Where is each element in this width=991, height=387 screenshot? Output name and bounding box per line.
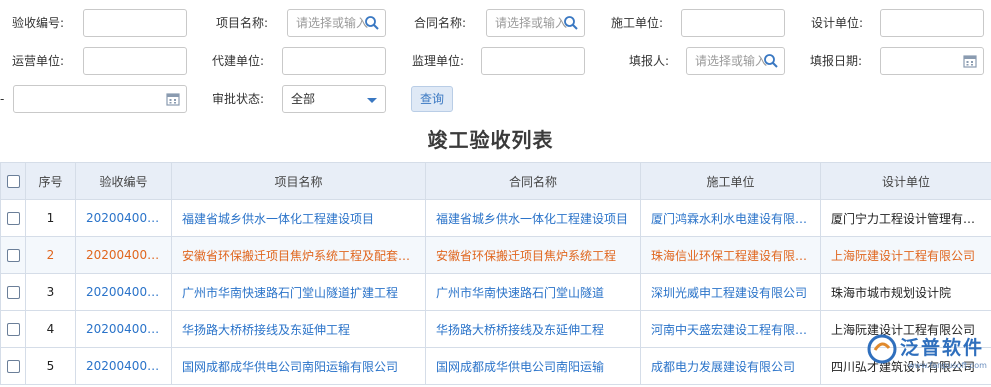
agent-build-unit-input[interactable]: [282, 47, 386, 75]
seq-cell: 2: [25, 236, 76, 274]
brand-name: 泛普软件: [900, 337, 985, 359]
seq-cell: 5: [25, 347, 76, 385]
brand-watermark: 泛普软件 www.fanpusoft.com: [838, 323, 991, 387]
design-unit-input[interactable]: [880, 9, 984, 37]
contract-name-label: 合同名称:: [414, 16, 467, 30]
agent-build-unit-label: 代建单位:: [212, 54, 265, 68]
column-header[interactable]: 合同名称: [425, 162, 641, 200]
search-icon[interactable]: [563, 15, 579, 31]
caret-down-icon: [367, 98, 377, 103]
operation-unit-input[interactable]: [83, 47, 187, 75]
approval-status-value: 全部: [291, 92, 316, 106]
reporter-placeholder: 请选择或输入: [695, 54, 768, 68]
contract-name-link[interactable]: 国网成都成华供电公司南阳运输: [425, 347, 641, 385]
contract-name-link[interactable]: 广州市华南快速路石门堂山隧道: [425, 273, 641, 311]
acceptance-no-link[interactable]: 2020040006: [75, 199, 172, 237]
contract-name-link[interactable]: 安徽省环保搬迁项目焦炉系统工程: [425, 236, 641, 274]
row-select-cell[interactable]: [0, 273, 26, 311]
supervision-unit-label: 监理单位:: [412, 54, 465, 68]
supervision-unit-input[interactable]: [481, 47, 585, 75]
construction-unit-link[interactable]: 成都电力发展建设有限公司: [640, 347, 821, 385]
row-checkbox[interactable]: [6, 360, 20, 373]
project-name-link[interactable]: 广州市华南快速路石门堂山隧道扩建工程: [171, 273, 426, 311]
row-select-cell[interactable]: [0, 236, 26, 274]
table-header-row: 序号 验收编号 项目名称 合同名称 施工单位 设计单位: [0, 162, 991, 200]
acceptance-no-input[interactable]: [83, 9, 187, 37]
calendar-icon[interactable]: [165, 91, 181, 107]
contract-name-link[interactable]: 福建省城乡供水一体化工程建设项目: [425, 199, 641, 237]
seq-cell: 4: [25, 310, 76, 348]
acceptance-no-link[interactable]: 2020040007: [75, 236, 172, 274]
column-header[interactable]: 验收编号: [75, 162, 172, 200]
row-checkbox[interactable]: [6, 212, 20, 225]
row-select-cell[interactable]: [0, 310, 26, 348]
approval-status-select[interactable]: 全部: [282, 85, 386, 113]
seq-cell: 1: [25, 199, 76, 237]
construction-unit-link[interactable]: 厦门鸿霖水利水电建设有限公司: [640, 199, 821, 237]
acceptance-no-link[interactable]: 2020040008: [75, 273, 172, 311]
construction-unit-label: 施工单位:: [611, 16, 664, 30]
row-select-cell[interactable]: [0, 347, 26, 385]
row-checkbox[interactable]: [6, 286, 20, 299]
row-checkbox[interactable]: [6, 249, 20, 262]
brand-site: www.fanpusoft.com: [908, 361, 987, 370]
design-unit-cell: 厦门宁力工程设计管理有限公司: [820, 199, 991, 237]
reporter-label: 填报人:: [629, 54, 670, 68]
construction-unit-link[interactable]: 深圳光威申工程建设有限公司: [640, 273, 821, 311]
project-name-link[interactable]: 国网成都成华供电公司南阳运输有限公司: [171, 347, 426, 385]
acceptance-no-link[interactable]: 2020040010: [75, 347, 172, 385]
report-date-end-input[interactable]: [13, 85, 187, 113]
calendar-icon[interactable]: [962, 53, 978, 69]
contract-name-input[interactable]: 请选择或输入: [486, 9, 585, 37]
project-name-link[interactable]: 福建省城乡供水一体化工程建设项目: [171, 199, 426, 237]
project-name-label: 项目名称:: [216, 16, 269, 30]
project-name-placeholder: 请选择或输入: [296, 16, 369, 30]
table-row-highlighted[interactable]: 2 2020040007 安徽省环保搬迁项目焦炉系统工程及配套工程 安徽省环保搬…: [0, 236, 991, 274]
table-row[interactable]: 3 2020040008 广州市华南快速路石门堂山隧道扩建工程 广州市华南快速路…: [0, 273, 991, 311]
construction-unit-link[interactable]: 河南中天盛宏建设工程有限公司: [640, 310, 821, 348]
seq-cell: 3: [25, 273, 76, 311]
column-header[interactable]: 施工单位: [640, 162, 821, 200]
design-unit-cell: 珠海市城市规划设计院: [820, 273, 991, 311]
select-all-header[interactable]: [0, 162, 26, 200]
acceptance-no-link[interactable]: 2020040009: [75, 310, 172, 348]
operation-unit-label: 运营单位:: [12, 54, 65, 68]
construction-unit-link[interactable]: 珠海信业环保工程建设有限公司: [640, 236, 821, 274]
column-header[interactable]: 项目名称: [171, 162, 426, 200]
search-icon[interactable]: [763, 53, 779, 69]
acceptance-no-label: 验收编号:: [12, 16, 65, 30]
project-name-link[interactable]: 安徽省环保搬迁项目焦炉系统工程及配套工程: [171, 236, 426, 274]
design-unit-cell: 上海阮建设计工程有限公司: [820, 236, 991, 274]
reporter-input[interactable]: 请选择或输入: [686, 47, 785, 75]
page-title: 竣工验收列表: [427, 128, 554, 152]
column-header[interactable]: 序号: [25, 162, 76, 200]
construction-unit-input[interactable]: [681, 9, 785, 37]
search-icon[interactable]: [364, 15, 380, 31]
project-name-link[interactable]: 华扬路大桥桥接线及东延伸工程: [171, 310, 426, 348]
project-name-input[interactable]: 请选择或输入: [287, 9, 386, 37]
date-range-separator: -: [0, 92, 5, 106]
approval-status-label: 审批状态:: [212, 92, 265, 106]
report-date-label: 填报日期:: [810, 54, 863, 68]
column-header[interactable]: 设计单位: [820, 162, 991, 200]
design-unit-label: 设计单位:: [811, 16, 864, 30]
brand-logo-icon: [867, 334, 897, 364]
row-checkbox[interactable]: [6, 323, 20, 336]
query-button[interactable]: 查询: [411, 86, 453, 112]
select-all-checkbox[interactable]: [6, 175, 20, 188]
report-date-start-input[interactable]: [880, 47, 984, 75]
contract-name-placeholder: 请选择或输入: [495, 16, 568, 30]
row-select-cell[interactable]: [0, 199, 26, 237]
contract-name-link[interactable]: 华扬路大桥桥接线及东延伸工程: [425, 310, 641, 348]
table-row[interactable]: 1 2020040006 福建省城乡供水一体化工程建设项目 福建省城乡供水一体化…: [0, 199, 991, 237]
